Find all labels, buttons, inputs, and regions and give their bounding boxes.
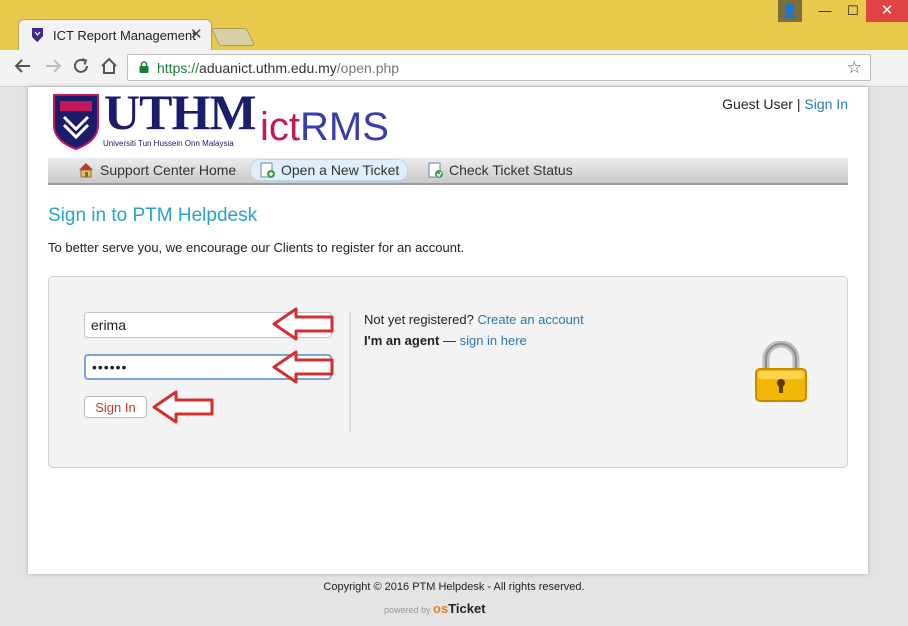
login-box: Sign In Not yet registered? Create an ac… xyxy=(48,276,848,468)
url-host: aduanict.uthm.edu.my xyxy=(199,60,337,76)
agent-label: I'm an agent xyxy=(364,333,440,348)
reload-icon[interactable] xyxy=(70,57,92,79)
uthm-logo-text: UTHM xyxy=(104,84,257,140)
profile-icon[interactable]: 👤 xyxy=(778,0,802,22)
browser-tab[interactable]: ICT Report Management ✕ xyxy=(18,19,212,50)
red-arrow-icon xyxy=(272,307,334,341)
url-path: /open.php xyxy=(336,60,400,76)
agent-dash: — xyxy=(442,333,456,348)
padlock-icon xyxy=(755,341,807,402)
new-ticket-icon xyxy=(260,162,275,178)
maximize-button[interactable]: ☐ xyxy=(840,0,866,22)
red-arrow-icon xyxy=(272,350,334,384)
uthm-seal-icon xyxy=(53,94,99,151)
nav-home-label: Support Center Home xyxy=(100,162,237,178)
uthm-logo-subtitle: Universiti Tun Hussein Onn Malaysia xyxy=(103,139,234,148)
bookmark-star-icon[interactable]: ☆ xyxy=(847,58,862,78)
page-viewport: UTHM Universiti Tun Hussein Onn Malaysia… xyxy=(0,84,908,626)
page-container: UTHM Universiti Tun Hussein Onn Malaysia… xyxy=(28,84,868,574)
register-prompt: Not yet registered? Create an account xyxy=(364,312,584,327)
guest-user-label: Guest User xyxy=(722,96,793,112)
agent-signin-link[interactable]: sign in here xyxy=(460,333,527,348)
nav-check-label: Check Ticket Status xyxy=(449,162,573,178)
close-window-button[interactable]: ✕ xyxy=(866,0,908,22)
minimize-button[interactable]: — xyxy=(812,0,838,22)
nav-open-label: Open a New Ticket xyxy=(281,162,400,178)
agent-prompt: I'm an agent — sign in here xyxy=(364,333,527,348)
footer-copyright: Copyright © 2016 PTM Helpdesk - All righ… xyxy=(323,581,585,593)
sign-in-button[interactable]: Sign In xyxy=(84,396,147,418)
powered-by: powered by osTicket xyxy=(384,601,486,616)
tab-title: ICT Report Management xyxy=(53,28,196,43)
page-title: Sign in to PTM Helpdesk xyxy=(48,205,258,226)
url-scheme: https:// xyxy=(157,60,200,76)
nav-check-ticket-status[interactable]: Check Ticket Status xyxy=(419,160,581,180)
new-tab-button[interactable] xyxy=(210,28,256,46)
main-nav: Support Center Home Open a New Ticket Ch… xyxy=(48,158,848,185)
nav-open-new-ticket[interactable]: Open a New Ticket xyxy=(250,159,409,181)
browser-title-bar: ICT Report Management ✕ 👤 — ☐ ✕ xyxy=(0,0,908,50)
osticket-ticket: Ticket xyxy=(448,601,486,616)
header-signin-link[interactable]: Sign In xyxy=(804,96,848,112)
home-icon xyxy=(79,163,93,178)
separator: | xyxy=(796,96,801,112)
app-logo-ict: ict xyxy=(260,105,300,149)
intro-text: To better serve you, we encourage our Cl… xyxy=(48,240,465,255)
not-registered-text: Not yet registered? xyxy=(364,312,474,327)
tab-close-icon[interactable]: ✕ xyxy=(190,25,203,43)
osticket-os: os xyxy=(433,601,449,616)
secure-lock-icon xyxy=(139,61,149,73)
back-arrow-icon[interactable] xyxy=(12,57,34,79)
osticket-logo[interactable]: osTicket xyxy=(433,601,486,616)
user-info: Guest User | Sign In xyxy=(722,96,848,112)
forward-arrow-icon[interactable] xyxy=(42,57,64,79)
browser-toolbar: https://aduanict.uthm.edu.my/open.php ☆ … xyxy=(0,50,908,128)
uthm-favicon-icon xyxy=(32,28,43,42)
address-bar[interactable]: https://aduanict.uthm.edu.my/open.php ☆ xyxy=(127,54,871,81)
vertical-divider xyxy=(349,312,351,432)
check-ticket-icon xyxy=(428,162,443,178)
red-arrow-icon xyxy=(152,390,214,424)
app-logo-rms: RMS xyxy=(300,105,389,149)
url-text: https://aduanict.uthm.edu.my/open.php xyxy=(157,60,399,76)
home-icon[interactable] xyxy=(98,57,120,79)
create-account-link[interactable]: Create an account xyxy=(477,312,583,327)
nav-support-center-home[interactable]: Support Center Home xyxy=(70,160,244,180)
powered-by-label: powered by xyxy=(384,605,431,615)
app-logo: ictRMS xyxy=(260,105,389,150)
